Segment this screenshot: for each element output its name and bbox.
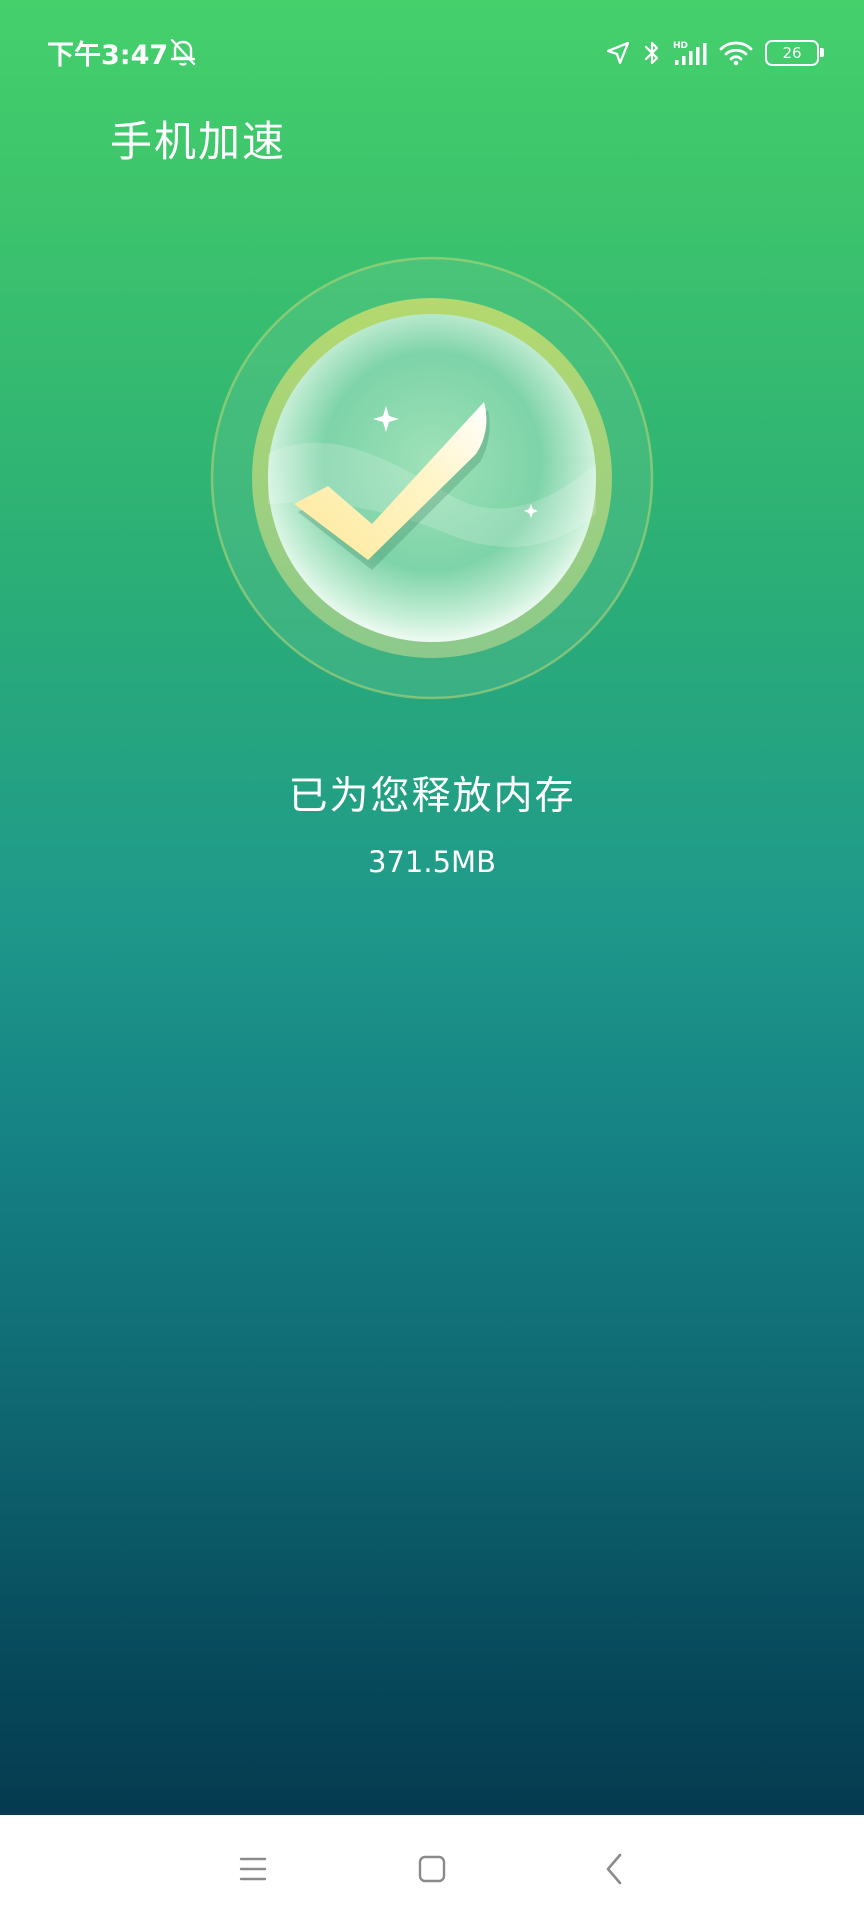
hd-signal-icon: HD	[673, 39, 707, 67]
alarm-off-icon	[168, 36, 198, 68]
menu-button[interactable]	[225, 1841, 281, 1897]
status-icons: HD 26	[593, 36, 824, 70]
battery-level: 26	[765, 40, 824, 66]
location-arrow-icon	[605, 40, 631, 66]
status-time: 下午3:47	[47, 40, 169, 71]
app-area: 下午3:47 HD 26 手机加速 已为您释放内存 371.5MB	[0, 0, 864, 1815]
check-success-icon	[208, 254, 656, 702]
back-button[interactable]	[586, 1841, 642, 1897]
status-bar: 下午3:47 HD 26	[0, 0, 864, 104]
result-message: 已为您释放内存	[288, 774, 576, 819]
battery-icon: 26	[765, 40, 824, 66]
bluetooth-icon	[643, 39, 661, 67]
navigation-bar	[0, 1815, 864, 1920]
freed-memory-value: 371.5MB	[368, 845, 496, 879]
home-button[interactable]	[404, 1841, 460, 1897]
back-icon	[606, 1853, 622, 1885]
wifi-icon	[719, 39, 753, 67]
menu-icon	[239, 1857, 267, 1881]
svg-text:HD: HD	[673, 41, 688, 51]
page-title: 手机加速	[110, 117, 287, 166]
home-icon	[418, 1855, 446, 1883]
screen: 下午3:47 HD 26 手机加速 已为您释放内存 371.5MB	[0, 0, 864, 1920]
